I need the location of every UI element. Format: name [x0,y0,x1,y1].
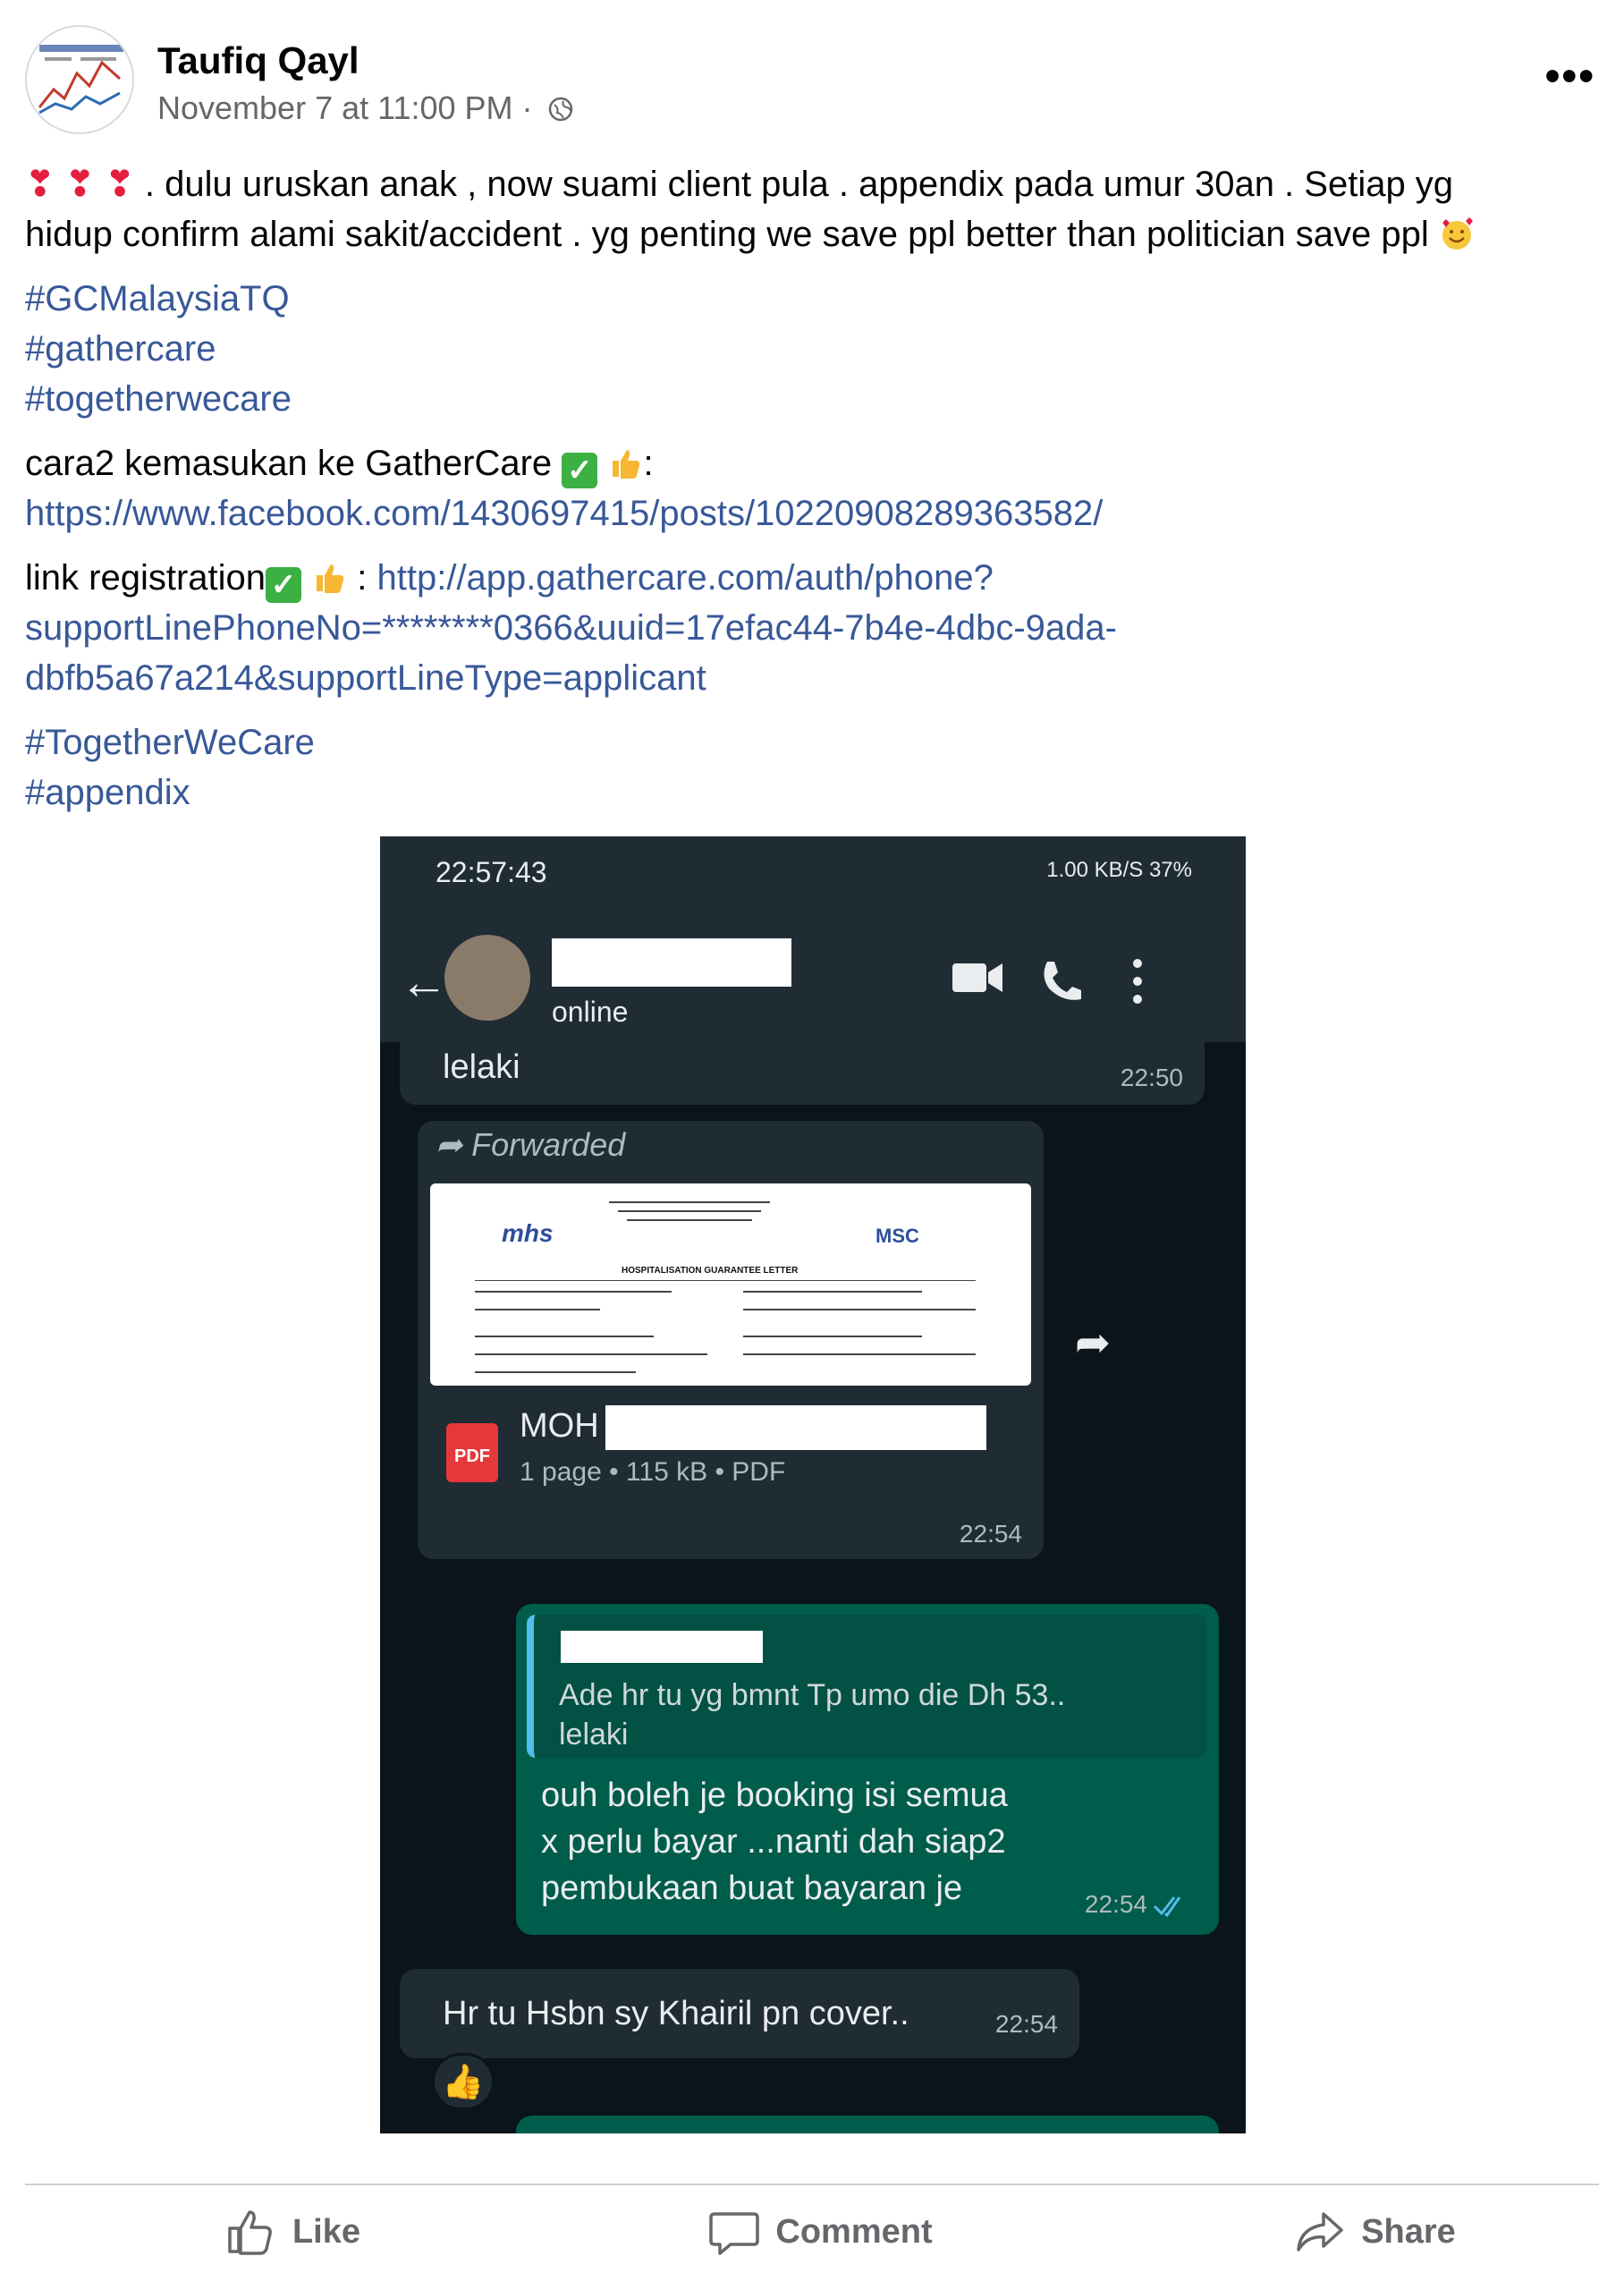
hashtag-group-2: #TogetherWeCare #appendix [25,717,1599,818]
msc-logo: MSC [875,1225,919,1247]
smiling-face-with-hearts-icon [1442,217,1473,250]
avatar-chart-icon [38,45,123,114]
post-timestamp[interactable]: November 7 at 11:00 PM [157,89,513,126]
read-receipt-icon [1153,1896,1181,1917]
author-name[interactable]: Taufiq Qayl [157,39,359,82]
status-indicators: 1.00 KB/S 37% [1046,858,1192,882]
forward-arrow-icon: ➦ [436,1126,472,1163]
hashtag-link[interactable]: #gathercare [25,324,1599,374]
comment-button[interactable]: Comment [669,2192,973,2272]
comment-label: Comment [775,2212,933,2251]
incoming-message[interactable]: Hr tu Hsbn sy Khairil pn cover.. 22:54 [400,1969,1079,2058]
author-avatar[interactable] [25,25,134,134]
phone-call-icon[interactable] [1036,958,1085,1006]
cara-paragraph: cara2 kemasukan ke GatherCare ✓ : https:… [25,438,1599,539]
globe-icon [548,97,572,122]
registration-label: link registration [25,558,266,598]
hashtag-link[interactable]: #appendix [25,768,1599,818]
forward-icon[interactable]: ➦ [1060,1310,1126,1377]
caption-line-2: hidup confirm alami sakit/accident . yg … [25,215,1429,254]
action-divider [25,2184,1599,2185]
check-mark-icon: ✓ [266,567,302,603]
like-label: Like [292,2212,361,2251]
message-text: ouh boleh je booking isi semua x perlu b… [541,1777,1008,1907]
hearts-emoji: ❣ ❣ ❣ [25,165,135,204]
incoming-message[interactable]: lelaki 22:50 [400,1024,1205,1105]
forwarded-label: ➦ Forwarded [436,1126,626,1163]
quoted-text: Ade hr tu yg bmnt Tp umo die Dh 53.. lel… [559,1678,1066,1751]
contact-avatar[interactable] [444,935,530,1021]
message-time: 22:54 [994,2010,1058,2038]
outgoing-message[interactable]: Ade hr tu yg bmnt Tp umo die Dh 53.. lel… [516,1604,1219,1935]
post-meta: November 7 at 11:00 PM · [157,89,574,127]
like-icon [228,2210,272,2255]
post-body: ❣ ❣ ❣ . dulu uruskan anak , now suami cl… [25,159,1599,832]
back-arrow-icon[interactable]: ← [400,954,448,1010]
registration-link-part-3[interactable]: dbfb5a67a214&supportLineType=applicant [25,653,1599,703]
quoted-message[interactable]: Ade hr tu yg bmnt Tp umo die Dh 53.. lel… [527,1615,1206,1758]
share-label: Share [1361,2212,1456,2251]
check-mark-icon: ✓ [562,453,598,488]
phone-status-bar: 22:57:43 1.00 KB/S 37% [380,836,1246,917]
post-actions: Like Comment Share [25,2192,1599,2272]
insurer-logo: mhs [502,1219,554,1247]
chat-header: ← online [380,917,1246,1042]
hashtag-link[interactable]: #TogetherWeCare [25,717,1599,768]
registration-paragraph: link registration ✓ : http://app.gatherca… [25,553,1599,703]
caption-line-1: . dulu uruskan anak , now suami client p… [144,165,1454,204]
chat-messages: lelaki 22:50 ➦ Forwarded mhs MSC HOSPITA… [380,1024,1246,2133]
hashtag-group-1: #GCMalaysiaTQ #gathercare #togetherwecar… [25,274,1599,424]
message-time: 22:54 [1084,1890,1147,1918]
like-button[interactable]: Like [159,2192,427,2272]
share-icon [1297,2212,1343,2252]
meta-separator: · [521,89,533,126]
document-preview[interactable]: mhs MSC HOSPITALISATION GUARANTEE LETTER [430,1183,1031,1386]
post-header: Taufiq Qayl November 7 at 11:00 PM · ••• [25,25,1599,141]
message-text: Hr tu Hsbn sy Khairil pn cover.. [443,1995,909,2032]
pdf-file-icon: PDF [446,1423,498,1482]
post-caption: ❣ ❣ ❣ . dulu uruskan anak , now suami cl… [25,159,1599,259]
post-photo[interactable]: 22:57:43 1.00 KB/S 37% ← online lelaki 2… [380,836,1246,2133]
facebook-post-link[interactable]: https://www.facebook.com/1430697415/post… [25,488,1599,539]
outgoing-message-partial[interactable] [516,2116,1219,2133]
registration-link-part-2[interactable]: supportLinePhoneNo=********0366&uuid=17e… [25,603,1599,653]
hashtag-link[interactable]: #GCMalaysiaTQ [25,274,1599,324]
redacted-quote-author [561,1631,763,1663]
registration-link-part-1[interactable]: http://app.gathercare.com/auth/phone? [377,558,994,598]
reaction-badge[interactable]: 👍 [432,2053,495,2110]
comment-icon [709,2212,760,2255]
document-heading: HOSPITALISATION GUARANTEE LETTER [622,1266,799,1276]
forwarded-document-message[interactable]: ➦ Forwarded mhs MSC HOSPITALISATION GUAR… [418,1121,1044,1559]
message-text: lelaki [443,1048,520,1086]
message-time: 22:54 [959,1520,1022,1548]
document-name: MOH [520,1407,599,1445]
redacted-document-name [605,1405,986,1450]
cara-text: cara2 kemasukan ke GatherCare [25,444,553,483]
thumbs-up-icon [613,450,640,479]
video-call-icon[interactable] [951,958,1004,997]
redacted-contact-name [552,938,791,987]
message-time: 22:50 [1120,1064,1183,1091]
status-time: 22:57:43 [436,856,547,888]
document-meta: 1 page • 115 kB • PDF [520,1457,786,1487]
thumbs-up-icon [317,564,344,593]
share-button[interactable]: Share [1241,2192,1510,2272]
menu-dots-icon[interactable] [1131,958,1144,1006]
more-options-button[interactable]: ••• [1545,55,1595,98]
hashtag-link[interactable]: #togetherwecare [25,374,1599,424]
